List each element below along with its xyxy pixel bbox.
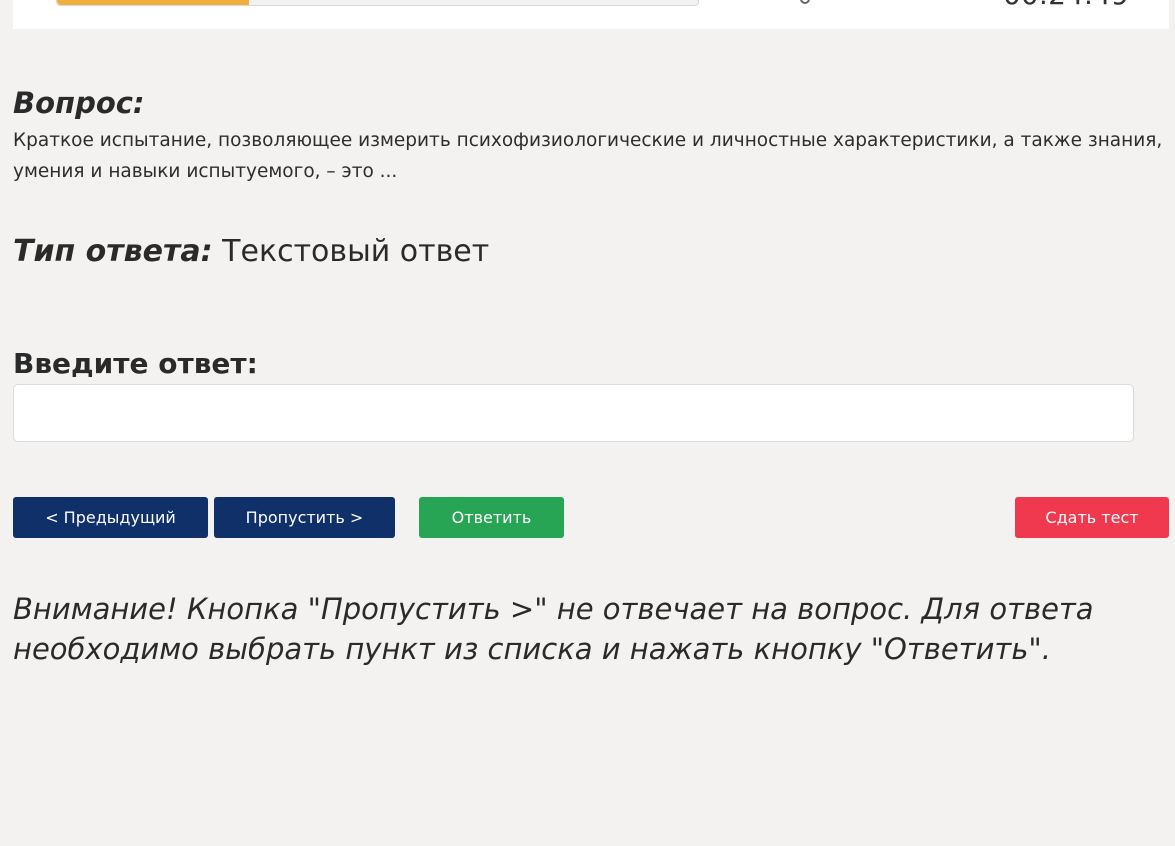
answer-type: Тип ответа: Текстовый ответ: [13, 234, 489, 269]
previous-button[interactable]: < Предыдущий: [13, 497, 208, 538]
question-heading: Вопрос:: [13, 86, 145, 120]
test-header: 00:24:49: [13, 0, 1169, 29]
timer: 00:24:49: [1003, 0, 1129, 11]
answer-type-label: Тип ответа:: [13, 234, 213, 269]
submit-test-button[interactable]: Сдать тест: [1015, 497, 1169, 538]
progress-bar: [56, 0, 699, 6]
warning-text: Внимание! Кнопка "Пропустить >" не отвеч…: [13, 592, 1094, 666]
answer-input-label: Введите ответ:: [13, 347, 258, 380]
skip-button[interactable]: Пропустить >: [214, 497, 395, 538]
test-page: 00:24:49 Вопрос: Краткое испытание, позв…: [0, 0, 1175, 846]
answer-type-value: Текстовый ответ: [222, 234, 490, 269]
answer-input[interactable]: [13, 384, 1134, 442]
answer-button[interactable]: Ответить: [419, 497, 564, 538]
progress-fill: [57, 0, 250, 5]
question-text: Краткое испытание, позволяющее измерить …: [13, 130, 1163, 182]
clock-icon: [800, 0, 810, 4]
